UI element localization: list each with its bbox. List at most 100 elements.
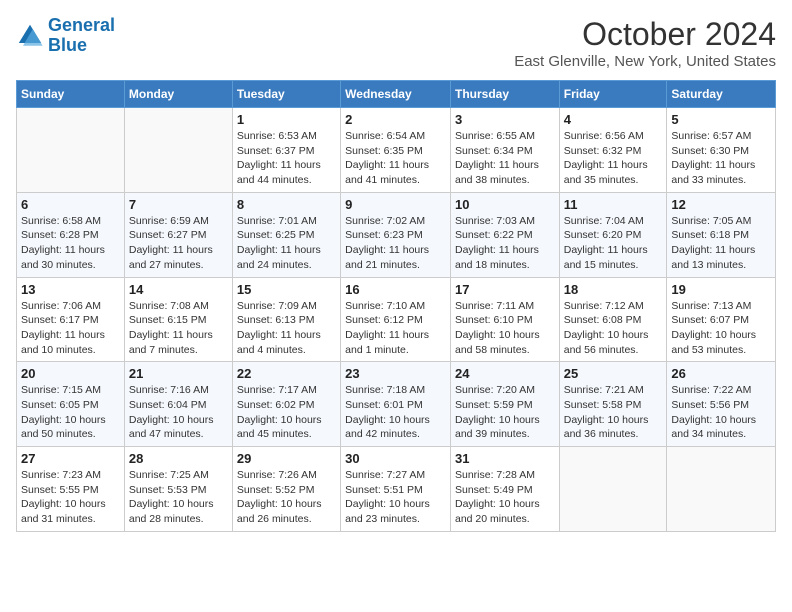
- logo-text: General Blue: [48, 16, 115, 56]
- day-header-wednesday: Wednesday: [341, 81, 451, 108]
- calendar-cell: 18Sunrise: 7:12 AM Sunset: 6:08 PM Dayli…: [559, 277, 667, 362]
- day-number: 16: [345, 282, 446, 297]
- day-info: Sunrise: 7:01 AM Sunset: 6:25 PM Dayligh…: [237, 214, 336, 273]
- calendar-cell: 15Sunrise: 7:09 AM Sunset: 6:13 PM Dayli…: [232, 277, 340, 362]
- day-info: Sunrise: 7:23 AM Sunset: 5:55 PM Dayligh…: [21, 468, 120, 527]
- calendar-cell: 28 Sunrise: 7:25 AM Sunset: 5:53 PM Dayli…: [124, 447, 232, 532]
- day-number: 28: [129, 451, 228, 466]
- calendar-cell: 2Sunrise: 6:54 AM Sunset: 6:35 PM Daylig…: [341, 108, 451, 193]
- day-info: Sunrise: 6:53 AM Sunset: 6:37 PM Dayligh…: [237, 129, 336, 188]
- day-number: 11: [564, 197, 663, 212]
- calendar-cell: 8 Sunrise: 7:01 AM Sunset: 6:25 PM Daylig…: [232, 192, 340, 277]
- day-number: 30: [345, 451, 446, 466]
- day-number: 26: [671, 366, 771, 381]
- calendar-cell: 23Sunrise: 7:18 AM Sunset: 6:01 PM Dayli…: [341, 362, 451, 447]
- calendar-cell: 21 Sunrise: 7:16 AM Sunset: 6:04 PM Dayli…: [124, 362, 232, 447]
- calendar-cell: 11 Sunrise: 7:04 AM Sunset: 6:20 PM Dayli…: [559, 192, 667, 277]
- calendar-cell: [667, 447, 776, 532]
- day-info: Sunrise: 7:28 AM Sunset: 5:49 PM Dayligh…: [455, 468, 555, 527]
- day-number: 10: [455, 197, 555, 212]
- page-header: General Blue October 2024 East Glenville…: [16, 16, 776, 70]
- calendar-cell: 6Sunrise: 6:58 AM Sunset: 6:28 PM Daylig…: [17, 192, 125, 277]
- calendar-cell: [559, 447, 667, 532]
- day-info: Sunrise: 7:16 AM Sunset: 6:04 PM Dayligh…: [129, 383, 228, 442]
- calendar-cell: 31 Sunrise: 7:28 AM Sunset: 5:49 PM Dayli…: [450, 447, 559, 532]
- day-info: Sunrise: 6:59 AM Sunset: 6:27 PM Dayligh…: [129, 214, 228, 273]
- day-info: Sunrise: 7:20 AM Sunset: 5:59 PM Dayligh…: [455, 383, 555, 442]
- day-number: 24: [455, 366, 555, 381]
- day-info: Sunrise: 7:13 AM Sunset: 6:07 PM Dayligh…: [671, 299, 771, 358]
- day-info: Sunrise: 7:09 AM Sunset: 6:13 PM Dayligh…: [237, 299, 336, 358]
- day-number: 4: [564, 112, 663, 127]
- calendar-cell: 12Sunrise: 7:05 AM Sunset: 6:18 PM Dayli…: [667, 192, 776, 277]
- calendar-cell: 14 Sunrise: 7:08 AM Sunset: 6:15 PM Dayli…: [124, 277, 232, 362]
- day-info: Sunrise: 7:08 AM Sunset: 6:15 PM Dayligh…: [129, 299, 228, 358]
- day-number: 25: [564, 366, 663, 381]
- month-title: October 2024: [514, 16, 776, 53]
- day-info: Sunrise: 7:26 AM Sunset: 5:52 PM Dayligh…: [237, 468, 336, 527]
- calendar-header-row: SundayMondayTuesdayWednesdayThursdayFrid…: [17, 81, 776, 108]
- day-number: 22: [237, 366, 336, 381]
- calendar-cell: 9 Sunrise: 7:02 AM Sunset: 6:23 PM Daylig…: [341, 192, 451, 277]
- day-number: 12: [671, 197, 771, 212]
- day-number: 8: [237, 197, 336, 212]
- calendar-cell: 17 Sunrise: 7:11 AM Sunset: 6:10 PM Dayli…: [450, 277, 559, 362]
- day-number: 29: [237, 451, 336, 466]
- day-info: Sunrise: 7:17 AM Sunset: 6:02 PM Dayligh…: [237, 383, 336, 442]
- day-info: Sunrise: 7:15 AM Sunset: 6:05 PM Dayligh…: [21, 383, 120, 442]
- day-number: 7: [129, 197, 228, 212]
- logo-line1: General: [48, 15, 115, 35]
- calendar-cell: 25 Sunrise: 7:21 AM Sunset: 5:58 PM Dayli…: [559, 362, 667, 447]
- week-row-4: 20 Sunrise: 7:15 AM Sunset: 6:05 PM Dayli…: [17, 362, 776, 447]
- calendar-cell: 10Sunrise: 7:03 AM Sunset: 6:22 PM Dayli…: [450, 192, 559, 277]
- day-info: Sunrise: 7:04 AM Sunset: 6:20 PM Dayligh…: [564, 214, 663, 273]
- calendar-cell: 20 Sunrise: 7:15 AM Sunset: 6:05 PM Dayli…: [17, 362, 125, 447]
- day-info: Sunrise: 7:11 AM Sunset: 6:10 PM Dayligh…: [455, 299, 555, 358]
- calendar-cell: 3 Sunrise: 6:55 AM Sunset: 6:34 PM Daylig…: [450, 108, 559, 193]
- day-info: Sunrise: 7:27 AM Sunset: 5:51 PM Dayligh…: [345, 468, 446, 527]
- day-number: 19: [671, 282, 771, 297]
- day-number: 9: [345, 197, 446, 212]
- day-number: 1: [237, 112, 336, 127]
- day-number: 20: [21, 366, 120, 381]
- calendar-cell: 13 Sunrise: 7:06 AM Sunset: 6:17 PM Dayli…: [17, 277, 125, 362]
- day-header-tuesday: Tuesday: [232, 81, 340, 108]
- day-info: Sunrise: 7:21 AM Sunset: 5:58 PM Dayligh…: [564, 383, 663, 442]
- day-info: Sunrise: 6:54 AM Sunset: 6:35 PM Dayligh…: [345, 129, 446, 188]
- calendar-cell: 26 Sunrise: 7:22 AM Sunset: 5:56 PM Dayli…: [667, 362, 776, 447]
- calendar-cell: 22 Sunrise: 7:17 AM Sunset: 6:02 PM Dayli…: [232, 362, 340, 447]
- day-info: Sunrise: 7:10 AM Sunset: 6:12 PM Dayligh…: [345, 299, 446, 358]
- day-number: 17: [455, 282, 555, 297]
- logo-icon: [16, 22, 44, 50]
- day-info: Sunrise: 6:57 AM Sunset: 6:30 PM Dayligh…: [671, 129, 771, 188]
- calendar-cell: 30 Sunrise: 7:27 AM Sunset: 5:51 PM Dayli…: [341, 447, 451, 532]
- week-row-5: 27Sunrise: 7:23 AM Sunset: 5:55 PM Dayli…: [17, 447, 776, 532]
- calendar-cell: [124, 108, 232, 193]
- calendar-cell: 16 Sunrise: 7:10 AM Sunset: 6:12 PM Dayli…: [341, 277, 451, 362]
- day-header-monday: Monday: [124, 81, 232, 108]
- day-info: Sunrise: 7:22 AM Sunset: 5:56 PM Dayligh…: [671, 383, 771, 442]
- week-row-2: 6Sunrise: 6:58 AM Sunset: 6:28 PM Daylig…: [17, 192, 776, 277]
- calendar-table: SundayMondayTuesdayWednesdayThursdayFrid…: [16, 80, 776, 532]
- day-info: Sunrise: 6:58 AM Sunset: 6:28 PM Dayligh…: [21, 214, 120, 273]
- day-number: 5: [671, 112, 771, 127]
- day-header-friday: Friday: [559, 81, 667, 108]
- location-subtitle: East Glenville, New York, United States: [514, 53, 776, 70]
- day-header-thursday: Thursday: [450, 81, 559, 108]
- day-number: 3: [455, 112, 555, 127]
- day-header-sunday: Sunday: [17, 81, 125, 108]
- day-number: 21: [129, 366, 228, 381]
- week-row-3: 13 Sunrise: 7:06 AM Sunset: 6:17 PM Dayli…: [17, 277, 776, 362]
- day-info: Sunrise: 7:06 AM Sunset: 6:17 PM Dayligh…: [21, 299, 120, 358]
- day-number: 14: [129, 282, 228, 297]
- day-number: 13: [21, 282, 120, 297]
- title-block: October 2024 East Glenville, New York, U…: [514, 16, 776, 70]
- day-info: Sunrise: 6:55 AM Sunset: 6:34 PM Dayligh…: [455, 129, 555, 188]
- day-info: Sunrise: 7:02 AM Sunset: 6:23 PM Dayligh…: [345, 214, 446, 273]
- day-info: Sunrise: 7:25 AM Sunset: 5:53 PM Dayligh…: [129, 468, 228, 527]
- calendar-cell: 29 Sunrise: 7:26 AM Sunset: 5:52 PM Dayli…: [232, 447, 340, 532]
- day-number: 31: [455, 451, 555, 466]
- calendar-cell: 5 Sunrise: 6:57 AM Sunset: 6:30 PM Daylig…: [667, 108, 776, 193]
- day-number: 23: [345, 366, 446, 381]
- calendar-cell: 7 Sunrise: 6:59 AM Sunset: 6:27 PM Daylig…: [124, 192, 232, 277]
